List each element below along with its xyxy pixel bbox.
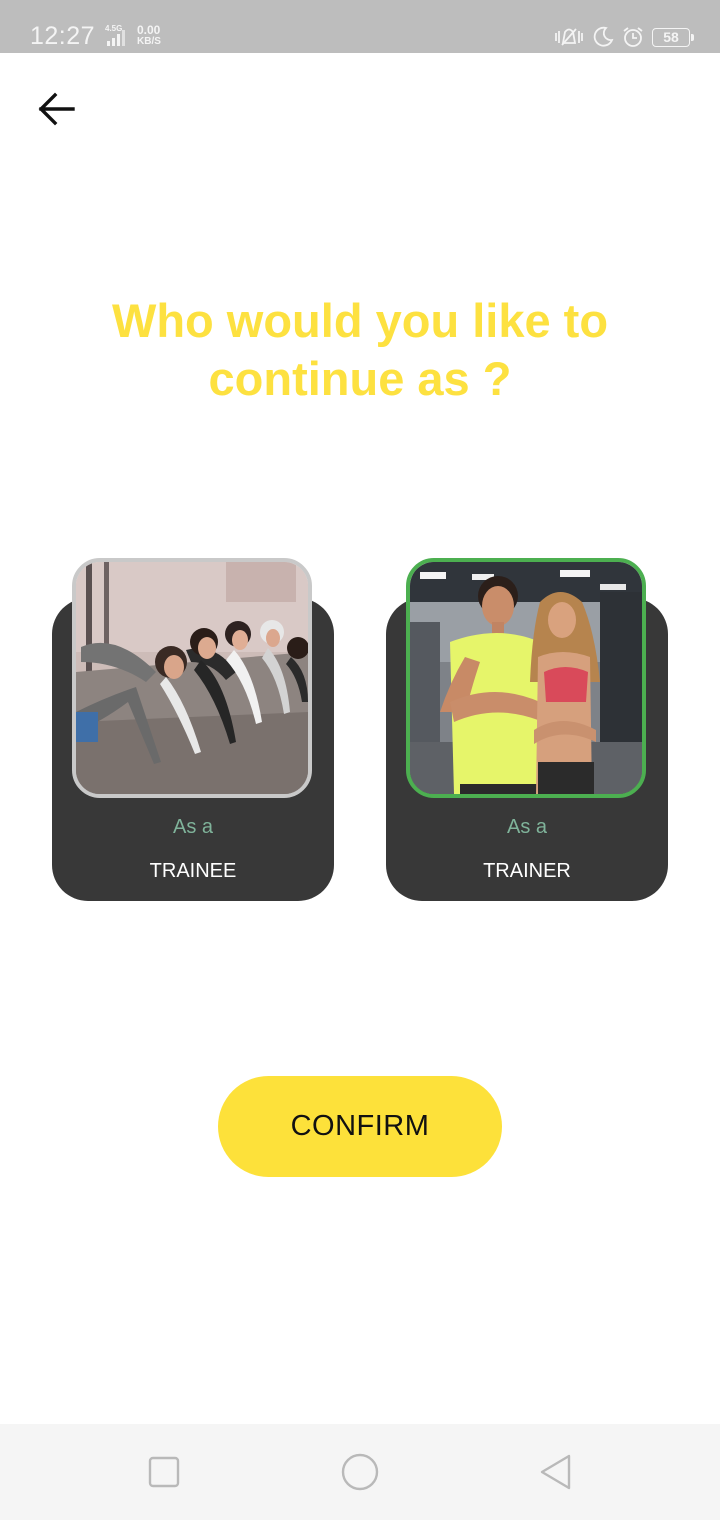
trainer-subtitle: As a (506, 816, 548, 838)
page-title-line1: Who would you like to (111, 294, 609, 347)
status-time: 12:27 (30, 22, 96, 50)
back-triangle-icon[interactable] (536, 1452, 576, 1492)
signal-icon (107, 30, 125, 46)
alarm-icon (623, 27, 643, 47)
battery-icon: 58 (652, 27, 694, 47)
vibrate-icon (555, 28, 583, 46)
trainee-photo[interactable] (72, 558, 312, 798)
group-side-plank-image (76, 562, 308, 794)
status-bar: 12:27 4.5G 0.00 KB/S 58 (0, 0, 720, 53)
role-selection-screen: 12:27 4.5G 0.00 KB/S 58 Who would you li… (0, 0, 720, 1520)
status-icons: 58 (554, 24, 694, 50)
trainee-subtitle: As a (172, 816, 214, 838)
trainer-couple-image (410, 562, 642, 794)
page-title: Who would you like to continue as ? (60, 292, 660, 408)
back-button[interactable] (30, 86, 82, 132)
trainer-photo[interactable] (406, 558, 646, 798)
page-title-line2: continue as ? (208, 352, 512, 405)
network-speed: 0.00 KB/S (137, 24, 161, 48)
trainer-label: TRAINER (483, 860, 571, 882)
network-speed-value: 0.00 (137, 23, 161, 37)
navigation-bar (0, 1424, 720, 1520)
arrow-left-icon (38, 92, 75, 126)
do-not-disturb-moon-icon (593, 26, 614, 47)
recent-apps-square-icon[interactable] (144, 1452, 184, 1492)
home-circle-icon[interactable] (340, 1452, 380, 1492)
network-speed-unit: KB/S (137, 36, 161, 47)
confirm-button[interactable]: CONFIRM (218, 1076, 502, 1177)
trainee-label: TRAINEE (149, 860, 237, 882)
